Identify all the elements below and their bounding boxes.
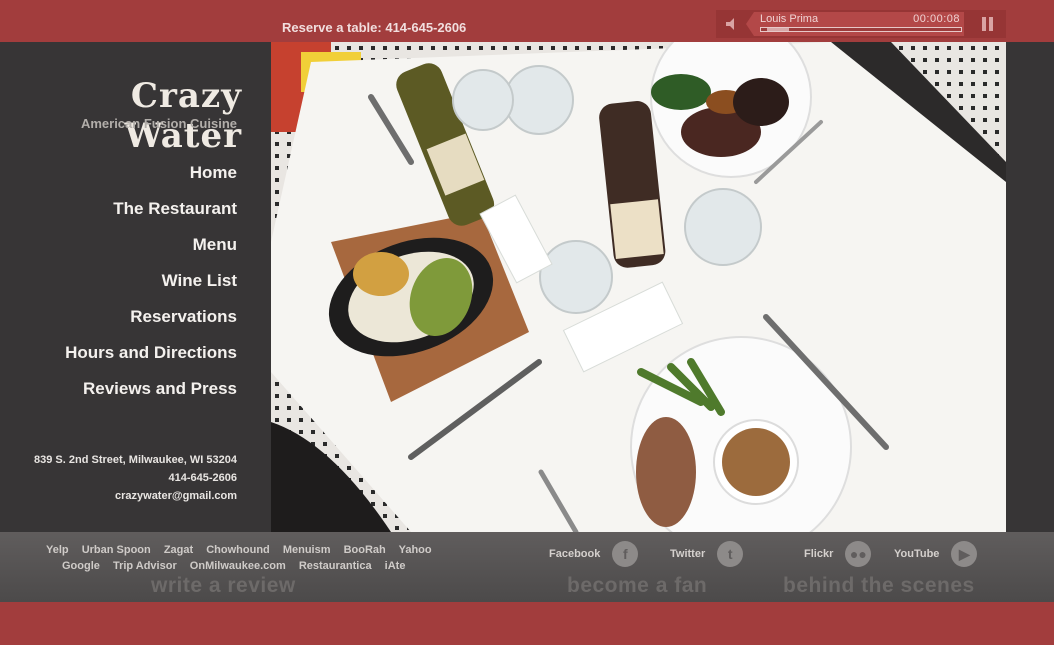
review-link-urban-spoon[interactable]: Urban Spoon (82, 544, 151, 556)
nav-home[interactable]: Home (65, 162, 237, 198)
youtube-label: YouTube (894, 548, 940, 560)
review-link-chowhound[interactable]: Chowhound (206, 544, 270, 556)
twitter-link[interactable]: Twitter t (670, 540, 744, 568)
main-nav: Home The Restaurant Menu Wine List Reser… (65, 162, 237, 414)
footer-bar: Yelp Urban Spoon Zagat Chowhound Menuism… (0, 532, 1054, 602)
right-strip (1006, 42, 1054, 532)
twitter-label: Twitter (670, 548, 706, 560)
track-panel: Louis Prima 00:00:08 (746, 12, 964, 36)
contact-info: 839 S. 2nd Street, Milwaukee, WI 53204 4… (34, 451, 237, 505)
review-link-boorah[interactable]: BooRah (344, 544, 386, 556)
tagline: American Fusion Cuisine (80, 116, 237, 131)
review-link-restaurantica[interactable]: Restaurantica (299, 560, 372, 572)
review-link-zagat[interactable]: Zagat (164, 544, 193, 556)
facebook-link[interactable]: Facebook f (549, 540, 639, 568)
top-bar: Reserve a table: 414-645-2606 Louis Prim… (0, 0, 1054, 42)
progress-handle[interactable] (767, 28, 789, 31)
nav-menu[interactable]: Menu (65, 234, 237, 270)
nav-wine-list[interactable]: Wine List (65, 270, 237, 306)
music-player: Louis Prima 00:00:08 (716, 10, 1006, 38)
pause-icon-bar (989, 17, 993, 31)
review-link-yahoo[interactable]: Yahoo (399, 544, 432, 556)
review-link-menuism[interactable]: Menuism (283, 544, 331, 556)
sidebar: Crazy Water American Fusion Cuisine Home… (0, 42, 271, 532)
flickr-label: Flickr (804, 548, 834, 560)
review-link-trip-advisor[interactable]: Trip Advisor (113, 560, 177, 572)
write-a-review-label: write a review (151, 574, 296, 597)
review-link-yelp[interactable]: Yelp (46, 544, 69, 556)
youtube-icon: ▶ (951, 541, 978, 567)
progress-bar[interactable] (760, 27, 962, 32)
become-a-fan-label: become a fan (567, 574, 708, 597)
nav-reservations[interactable]: Reservations (65, 306, 237, 342)
pause-icon (982, 17, 986, 31)
track-name: Louis Prima (760, 13, 819, 25)
nav-reviews-and-press[interactable]: Reviews and Press (65, 378, 237, 414)
table-setting-image (271, 42, 1006, 532)
address: 839 S. 2nd Street, Milwaukee, WI 53204 (34, 454, 237, 466)
review-links-row2: Google Trip Advisor OnMilwaukee.com Rest… (62, 560, 415, 572)
review-links-row1: Yelp Urban Spoon Zagat Chowhound Menuism… (46, 544, 442, 556)
review-link-iate[interactable]: iAte (385, 560, 406, 572)
flickr-icon: ●● (845, 541, 872, 567)
facebook-icon: f (612, 541, 639, 567)
phone: 414-645-2606 (168, 472, 237, 484)
nav-the-restaurant[interactable]: The Restaurant (65, 198, 237, 234)
footer-red-band (0, 602, 1054, 645)
email-link[interactable]: crazywater@gmail.com (34, 487, 237, 505)
facebook-label: Facebook (549, 548, 601, 560)
pause-button[interactable] (982, 17, 994, 31)
reserve-phone-text[interactable]: Reserve a table: 414-645-2606 (282, 20, 466, 35)
hero-photo (271, 42, 1006, 532)
review-link-onmilwaukee[interactable]: OnMilwaukee.com (190, 560, 286, 572)
twitter-icon: t (717, 541, 744, 567)
track-time: 00:00:08 (913, 13, 960, 25)
flickr-link[interactable]: Flickr ●● (804, 540, 872, 568)
behind-the-scenes-label: behind the scenes (783, 574, 975, 597)
review-link-google[interactable]: Google (62, 560, 100, 572)
youtube-link[interactable]: YouTube ▶ (894, 540, 978, 568)
nav-hours-and-directions[interactable]: Hours and Directions (65, 342, 237, 378)
speaker-icon[interactable] (724, 16, 740, 32)
